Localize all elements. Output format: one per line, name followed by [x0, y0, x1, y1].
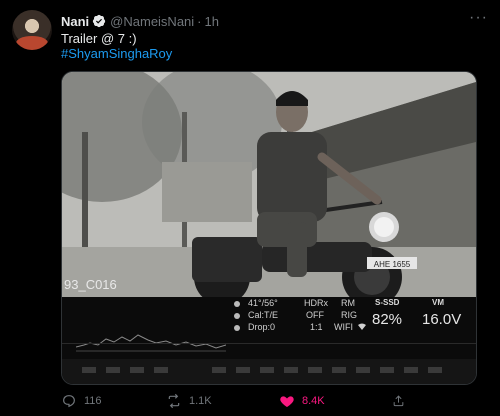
osd-ratio: 1:1	[310, 322, 323, 332]
osd-wifi: WIFI	[334, 322, 353, 332]
retweet-icon	[168, 393, 180, 409]
retweet-button[interactable]: 1.1K	[166, 393, 279, 409]
camera-monitor-osd: 41°/56° HDRx RM S-SSD VM Cal:T/E OFF RIG…	[62, 297, 476, 384]
author-handle[interactable]: @NameisNani	[110, 14, 194, 29]
osd-cal: Cal:T/E	[248, 310, 279, 320]
photo-scene: AHE 1655 93_C016	[62, 72, 476, 297]
reply-button[interactable]: 116	[61, 393, 141, 409]
tweet-text: Trailer @ 7 :)	[61, 31, 137, 46]
osd-rig: RIG	[341, 310, 358, 320]
tweet-actions: 116 1.1K 8.4K	[61, 392, 488, 410]
avatar[interactable]	[12, 10, 52, 50]
retweet-count: 1.1K	[189, 395, 212, 407]
hashtag-link[interactable]: #ShyamSinghaRoy	[61, 46, 172, 61]
separator-dot: ·	[197, 13, 202, 29]
verified-badge-icon	[93, 14, 106, 28]
osd-off: OFF	[306, 310, 324, 320]
share-button[interactable]	[392, 393, 412, 409]
osd-ssd-percent: 82%	[372, 311, 403, 328]
tweet[interactable]: Nani @NameisNani · 1h ··· Trailer @ 7 :)…	[0, 0, 500, 416]
heart-filled-icon	[280, 396, 294, 407]
osd-hdrx: HDRx	[304, 298, 328, 308]
like-button[interactable]: 8.4K	[279, 393, 392, 409]
osd-ssd-label: S-SSD	[375, 298, 400, 307]
status-dot	[234, 325, 240, 331]
license-plate: AHE 1655	[374, 260, 411, 269]
osd-temp: 41°/56°	[248, 298, 278, 308]
status-dot	[234, 301, 240, 307]
osd-rm: RM	[341, 298, 355, 308]
osd-vm-label: VM	[432, 298, 444, 307]
more-options-icon[interactable]: ···	[469, 10, 488, 26]
waveform-graph	[76, 334, 226, 352]
osd-drop: Drop:0	[248, 322, 276, 332]
share-icon	[393, 395, 404, 407]
timestamp[interactable]: 1h	[205, 14, 219, 29]
reply-icon	[63, 395, 75, 408]
osd-vm-value: 16.0V	[422, 311, 462, 328]
reply-count: 116	[84, 395, 102, 407]
scene-illustration: AHE 1655 93_C016	[62, 72, 476, 297]
wifi-icon	[358, 323, 366, 330]
tweet-media-image[interactable]: AHE 1655 93_C016 41°/56° HDRx RM S-SSD V…	[61, 71, 477, 385]
like-count: 8.4K	[302, 395, 325, 407]
status-dot	[234, 313, 240, 319]
tweet-header: Nani @NameisNani · 1h ···	[61, 10, 488, 30]
author-name[interactable]: Nani	[61, 14, 89, 29]
frame-label: 93_C016	[64, 277, 117, 292]
monitor-button-strip	[82, 367, 442, 373]
